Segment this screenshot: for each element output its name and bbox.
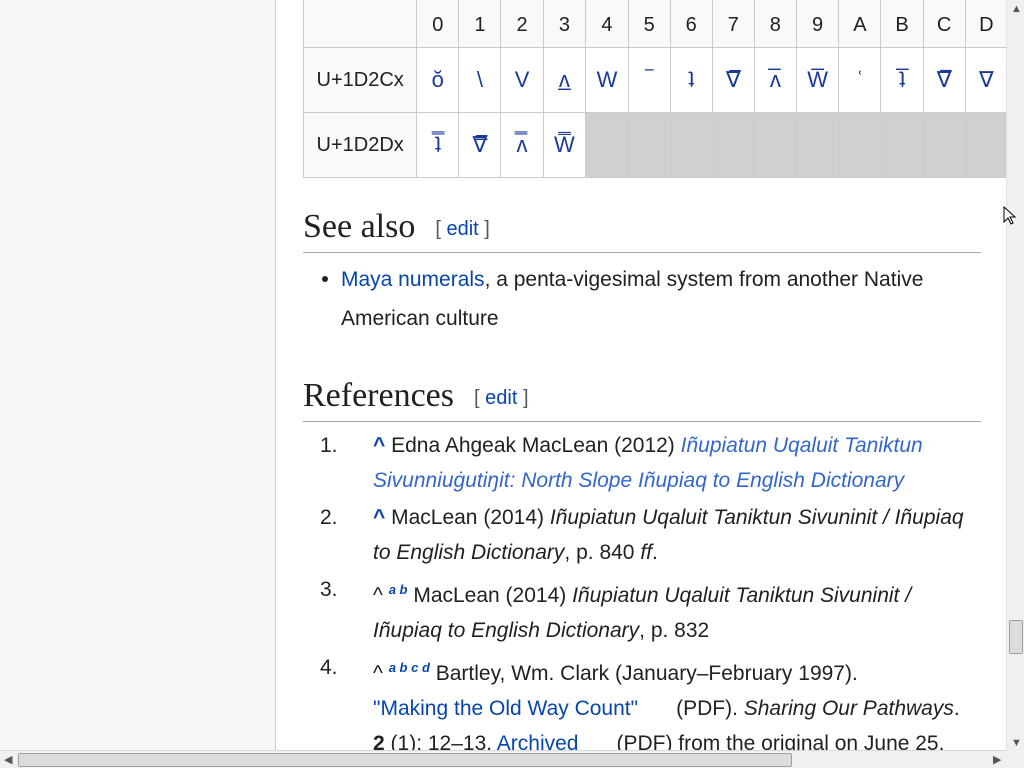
row-header: U+1D2Dx bbox=[302, 112, 418, 178]
edit-link[interactable]: edit bbox=[446, 218, 478, 240]
scrollbar-corner bbox=[1007, 751, 1024, 768]
table-row: U+1D2Dx ʇ̿ ∇̿ ʌ̿ W̿ bbox=[302, 112, 1008, 178]
unassigned-cell bbox=[964, 112, 1008, 178]
scroll-right-arrow-icon[interactable]: ▶ bbox=[993, 753, 1001, 766]
unassigned-cell bbox=[838, 112, 882, 178]
column-header: 6 bbox=[669, 0, 713, 48]
glyph-cell[interactable]: ‾ bbox=[627, 47, 671, 113]
mouse-cursor-icon bbox=[1003, 206, 1017, 225]
article-content: 0 1 2 3 4 5 6 7 8 9 A B C D U+1D2Cx ŏ \ … bbox=[275, 0, 1008, 752]
vertical-scroll-thumb[interactable] bbox=[1009, 620, 1023, 654]
glyph-cell[interactable]: ʇ̿ bbox=[416, 112, 460, 178]
reference-item: 2. ^ MacLean (2014) Iñupiatun Uqaluit Ta… bbox=[320, 500, 966, 570]
horizontal-scrollbar[interactable]: ◀ ▶ bbox=[0, 750, 1007, 768]
heading-text: See also bbox=[303, 208, 416, 245]
unassigned-cell bbox=[669, 112, 713, 178]
archived-link[interactable]: Archived bbox=[497, 732, 579, 752]
column-header: 8 bbox=[753, 0, 797, 48]
unassigned-cell bbox=[753, 112, 797, 178]
table-corner-cell bbox=[302, 0, 418, 48]
unassigned-cell bbox=[795, 112, 840, 178]
references-list: 1. ^ Edna Ahgeak MacLean (2012) Iñupiatu… bbox=[320, 428, 966, 752]
reference-item: 3. ^ a b MacLean (2014) Iñupiatun Uqalui… bbox=[320, 572, 966, 648]
making-old-way-count-link[interactable]: "Making the Old Way Count" bbox=[373, 697, 638, 720]
backlink-letters[interactable]: a b bbox=[389, 582, 408, 597]
backlink-caret[interactable]: ^ bbox=[373, 506, 385, 529]
column-header: 3 bbox=[542, 0, 587, 48]
glyph-cell[interactable]: ʌ̿ bbox=[500, 112, 544, 178]
column-header: 7 bbox=[711, 0, 755, 48]
column-header: 5 bbox=[627, 0, 671, 48]
column-header: 0 bbox=[416, 0, 460, 48]
left-sidebar-panel bbox=[0, 0, 275, 752]
scroll-left-arrow-icon[interactable]: ◀ bbox=[4, 753, 12, 766]
reference-number: 3. bbox=[320, 578, 338, 601]
glyph-cell[interactable]: ʌ̅ bbox=[753, 47, 797, 113]
unassigned-cell bbox=[585, 112, 629, 178]
see-also-heading: See also [ edit ] bbox=[303, 205, 981, 253]
reference-number: 4. bbox=[320, 656, 338, 679]
glyph-cell[interactable]: ʿ bbox=[838, 47, 882, 113]
column-header: D bbox=[964, 0, 1008, 48]
glyph-cell[interactable]: W bbox=[585, 47, 629, 113]
column-header: C bbox=[922, 0, 966, 48]
glyph-cell[interactable]: V bbox=[500, 47, 544, 113]
backlink-caret: ^ bbox=[373, 584, 383, 607]
table-header-row: 0 1 2 3 4 5 6 7 8 9 A B C D bbox=[302, 0, 1008, 48]
unassigned-cell bbox=[880, 112, 924, 178]
glyph-cell[interactable]: \ bbox=[458, 47, 502, 113]
unassigned-cell bbox=[627, 112, 671, 178]
edit-section: [ edit ] bbox=[435, 218, 490, 241]
glyph-cell[interactable]: W̿ bbox=[542, 112, 587, 178]
glyph-cell[interactable]: ʌ̲ bbox=[542, 47, 587, 113]
references-heading: References [ edit ] bbox=[303, 374, 981, 422]
glyph-cell[interactable]: W̅ bbox=[795, 47, 840, 113]
edit-section: [ edit ] bbox=[474, 387, 529, 410]
row-header: U+1D2Cx bbox=[302, 47, 418, 113]
maya-numerals-link[interactable]: Maya numerals bbox=[341, 268, 485, 291]
table-row: U+1D2Cx ŏ \ V ʌ̲ W ‾ ʇ ∇̅ ʌ̅ W̅ ʿ ʇ̅ ∇̅̅… bbox=[302, 47, 1008, 113]
backlink-caret[interactable]: ^ bbox=[373, 434, 385, 457]
unicode-block-table: 0 1 2 3 4 5 6 7 8 9 A B C D U+1D2Cx ŏ \ … bbox=[302, 0, 1008, 178]
column-header: A bbox=[838, 0, 882, 48]
scroll-down-arrow-icon[interactable]: ▼ bbox=[1011, 737, 1022, 749]
heading-text: References bbox=[303, 377, 455, 414]
list-item: Maya numerals, a penta-vigesimal system … bbox=[303, 260, 963, 338]
column-header: 9 bbox=[795, 0, 840, 48]
glyph-cell[interactable]: ʇ bbox=[669, 47, 713, 113]
column-header: 4 bbox=[585, 0, 629, 48]
glyph-cell[interactable]: ŏ bbox=[416, 47, 460, 113]
see-also-list: Maya numerals, a penta-vigesimal system … bbox=[303, 260, 963, 338]
unassigned-cell bbox=[922, 112, 966, 178]
vertical-scrollbar[interactable]: ▲ ▼ bbox=[1006, 0, 1024, 752]
backlink-caret: ^ bbox=[373, 662, 383, 685]
unassigned-cell bbox=[711, 112, 755, 178]
backlink-letters[interactable]: a b c d bbox=[389, 660, 430, 675]
column-header: B bbox=[880, 0, 924, 48]
reference-number: 1. bbox=[320, 434, 338, 457]
glyph-cell[interactable]: ∇ bbox=[964, 47, 1008, 113]
column-header: 1 bbox=[458, 0, 502, 48]
reference-item: 4. ^ a b c d Bartley, Wm. Clark (January… bbox=[320, 650, 966, 752]
reference-item: 1. ^ Edna Ahgeak MacLean (2012) Iñupiatu… bbox=[320, 428, 966, 498]
glyph-cell[interactable]: ∇̅̅ bbox=[922, 47, 966, 113]
glyph-cell[interactable]: ∇̿ bbox=[458, 112, 502, 178]
glyph-cell[interactable]: ʇ̅ bbox=[880, 47, 924, 113]
reference-number: 2. bbox=[320, 506, 338, 529]
scroll-up-arrow-icon[interactable]: ▲ bbox=[1011, 3, 1022, 15]
horizontal-scroll-thumb[interactable] bbox=[18, 753, 792, 767]
journal-title: Sharing Our Pathways bbox=[743, 697, 954, 720]
volume: 2 bbox=[373, 732, 385, 752]
column-header: 2 bbox=[500, 0, 544, 48]
edit-link[interactable]: edit bbox=[485, 387, 517, 409]
glyph-cell[interactable]: ∇̅ bbox=[711, 47, 755, 113]
